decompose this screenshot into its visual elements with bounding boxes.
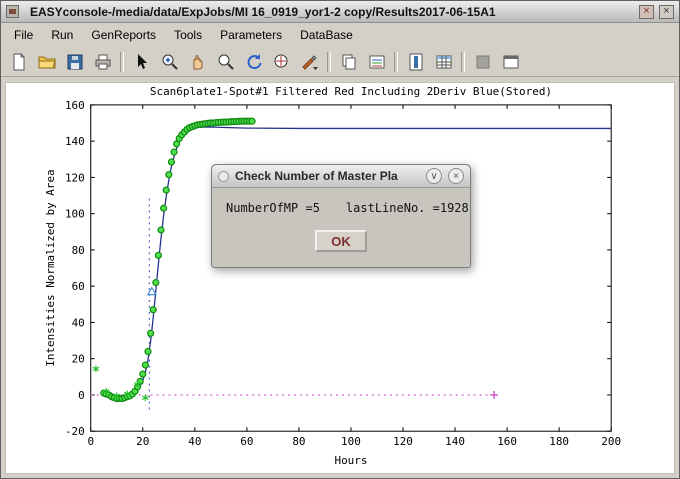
- ok-button[interactable]: OK: [315, 230, 367, 252]
- insert-legend-icon[interactable]: [363, 48, 390, 75]
- svg-text:160: 160: [497, 435, 517, 448]
- data-table-icon[interactable]: [430, 48, 457, 75]
- window-menu-icon[interactable]: [6, 5, 19, 18]
- svg-text:*: *: [123, 389, 131, 405]
- dialog-message: NumberOfMP =5 lastLineNo. =1928: [226, 201, 456, 215]
- svg-text:40: 40: [188, 435, 201, 448]
- dialog-collapse-button[interactable]: ∨: [426, 168, 442, 184]
- menu-genreports[interactable]: GenReports: [82, 25, 165, 45]
- figure-document-icon[interactable]: [402, 48, 429, 75]
- growth-curve-chart: 020406080100120140160180200-200204060801…: [6, 83, 674, 473]
- last-line-no-value: lastLineNo. =1928: [346, 201, 469, 215]
- cursor-arrow-icon[interactable]: [128, 48, 155, 75]
- svg-text:60: 60: [240, 435, 253, 448]
- svg-text:140: 140: [445, 435, 465, 448]
- svg-text:120: 120: [65, 171, 85, 184]
- dialog-title-bar[interactable]: Check Number of Master Pla ∨ ×: [212, 165, 470, 188]
- menu-file[interactable]: File: [5, 25, 42, 45]
- svg-text:140: 140: [65, 135, 85, 148]
- open-folder-icon[interactable]: [33, 48, 60, 75]
- toolbar-separator: [327, 52, 331, 72]
- svg-text:100: 100: [65, 208, 85, 221]
- data-cursor-icon[interactable]: [268, 48, 295, 75]
- dialog-title: Check Number of Master Pla: [235, 169, 420, 183]
- dialog-close-button[interactable]: ×: [448, 168, 464, 184]
- number-of-mp-value: NumberOfMP =5: [226, 201, 320, 215]
- svg-text:-20: -20: [65, 425, 85, 438]
- new-window-icon[interactable]: [497, 48, 524, 75]
- svg-text:100: 100: [341, 435, 361, 448]
- menu-parameters[interactable]: Parameters: [211, 25, 291, 45]
- app-window: EASYconsole-/media/data/ExpJobs/MI 16_09…: [0, 0, 680, 479]
- menu-bar: File Run GenReports Tools Parameters Dat…: [1, 23, 679, 47]
- copy-icon[interactable]: [335, 48, 362, 75]
- svg-text:60: 60: [72, 280, 85, 293]
- dialog-body: NumberOfMP =5 lastLineNo. =1928 OK: [212, 188, 470, 267]
- toolbar-separator: [394, 52, 398, 72]
- window-title: EASYconsole-/media/data/ExpJobs/MI 16_09…: [30, 5, 634, 19]
- svg-text:*: *: [141, 393, 149, 409]
- svg-text:120: 120: [393, 435, 413, 448]
- placeholder-icon[interactable]: [469, 48, 496, 75]
- svg-text:Scan6plate1-Spot#1 Filtered Re: Scan6plate1-Spot#1 Filtered Red Includin…: [150, 85, 552, 98]
- brush-dropdown-icon[interactable]: [296, 48, 323, 75]
- print-icon[interactable]: [89, 48, 116, 75]
- svg-text:20: 20: [72, 353, 85, 366]
- svg-text:*: *: [113, 391, 121, 407]
- svg-text:200: 200: [601, 435, 621, 448]
- svg-text:80: 80: [72, 244, 85, 257]
- toolbar-separator: [461, 52, 465, 72]
- title-bar[interactable]: EASYconsole-/media/data/ExpJobs/MI 16_09…: [1, 1, 679, 23]
- svg-text:160: 160: [65, 99, 85, 112]
- svg-text:Intensities Normalized by Area: Intensities Normalized by Area: [44, 169, 57, 366]
- dialog-app-icon: [218, 171, 229, 182]
- close-button[interactable]: ×: [659, 5, 674, 19]
- new-document-icon[interactable]: [5, 48, 32, 75]
- svg-text:0: 0: [87, 435, 94, 448]
- rotate-3d-icon[interactable]: [240, 48, 267, 75]
- menu-database[interactable]: DataBase: [291, 25, 362, 45]
- svg-text:*: *: [102, 387, 110, 403]
- pan-hand-icon[interactable]: [184, 48, 211, 75]
- zoom-in-icon[interactable]: [156, 48, 183, 75]
- svg-text:Hours: Hours: [334, 454, 367, 467]
- svg-text:40: 40: [72, 316, 85, 329]
- check-master-plates-dialog: Check Number of Master Pla ∨ × NumberOfM…: [211, 164, 471, 268]
- zoom-window-icon[interactable]: [212, 48, 239, 75]
- svg-text:0: 0: [78, 389, 85, 402]
- close-button-secondary[interactable]: ×: [639, 5, 654, 19]
- svg-text:180: 180: [549, 435, 569, 448]
- svg-text:80: 80: [292, 435, 305, 448]
- toolbar: [1, 47, 679, 77]
- client-area: 020406080100120140160180200-200204060801…: [1, 78, 679, 478]
- figure-canvas[interactable]: 020406080100120140160180200-200204060801…: [5, 82, 675, 474]
- svg-text:20: 20: [136, 435, 149, 448]
- svg-text:*: *: [92, 364, 100, 380]
- menu-run[interactable]: Run: [42, 25, 82, 45]
- toolbar-separator: [120, 52, 124, 72]
- menu-tools[interactable]: Tools: [165, 25, 211, 45]
- save-icon[interactable]: [61, 48, 88, 75]
